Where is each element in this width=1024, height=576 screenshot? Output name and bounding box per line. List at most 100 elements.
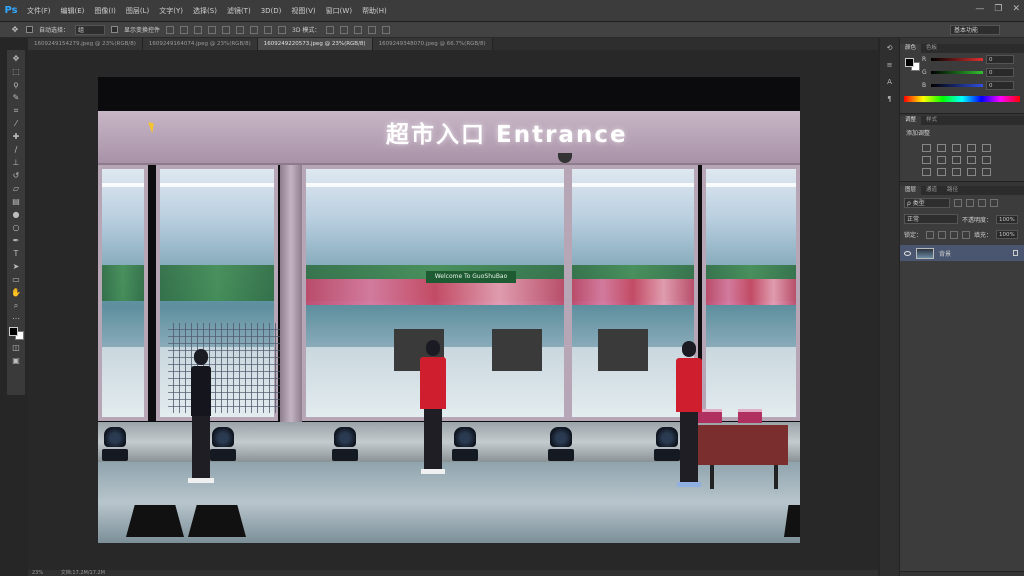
vibrance-icon[interactable] [982,144,991,152]
workspace-dropdown[interactable]: 基本功能 [950,25,1000,35]
fill-value[interactable]: 100% [996,230,1019,239]
menu-view[interactable]: 视图(V) [286,6,320,16]
visibility-eye-icon[interactable] [904,250,911,256]
screen-mode-icon[interactable]: ▣ [11,356,21,366]
filter-shape-icon[interactable] [990,199,998,207]
tab-document-1[interactable]: 1609249154279.jpeg @ 23%(RGB/8) [28,38,143,50]
menu-filter[interactable]: 滤镜(T) [222,6,256,16]
blur-icon[interactable]: ● [11,210,21,220]
threshold-icon[interactable] [952,168,961,176]
filter-adjust-icon[interactable] [966,199,974,207]
menu-help[interactable]: 帮助(H) [357,6,392,16]
auto-select-dropdown[interactable]: 组 [75,24,106,35]
brightness-icon[interactable] [922,144,931,152]
rectangle-icon[interactable]: ▭ [11,275,21,285]
menu-edit[interactable]: 编辑(E) [56,6,90,16]
tab-document-2[interactable]: 1609249164074.jpeg @ 23%(RGB/8) [142,38,258,50]
show-transform-checkbox[interactable] [111,26,119,33]
move-tool-icon[interactable]: ✥ [10,25,20,35]
slide-3d-icon[interactable] [368,25,377,34]
clone-stamp-icon[interactable]: ⊥ [11,158,21,168]
gradient-map-icon[interactable] [967,168,976,176]
align-right-icon[interactable] [236,25,245,34]
color-balance-icon[interactable] [937,156,946,164]
menu-file[interactable]: 文件(F) [22,6,56,16]
blue-slider[interactable] [931,84,983,87]
tab-adjustments[interactable]: 调整 [900,116,922,125]
distribute-middle-icon[interactable] [264,25,273,34]
align-center-icon[interactable] [222,25,231,34]
scale-3d-icon[interactable] [382,25,391,34]
posterize-icon[interactable] [937,168,946,176]
color-panel-swatches[interactable] [905,58,920,71]
quick-mask-icon[interactable]: ◫ [11,343,21,353]
menu-window[interactable]: 窗口(W) [321,6,357,16]
hand-icon[interactable]: ✋ [11,288,21,298]
drag-3d-icon[interactable] [354,25,363,34]
character-panel-icon[interactable]: A [885,78,894,87]
tab-paths[interactable]: 路径 [942,186,963,195]
invert-icon[interactable] [922,168,931,176]
dodge-icon[interactable]: ○ [11,223,21,233]
filter-text-icon[interactable] [978,199,986,207]
tab-color[interactable]: 颜色 [900,44,922,53]
align-middle-icon[interactable] [180,25,189,34]
pen-icon[interactable]: ✒ [11,236,21,246]
type-icon[interactable]: T [11,249,21,259]
canvas-area[interactable]: 超市入口 Entrance Welcome To GuoShuBao [28,50,878,570]
lasso-icon[interactable]: ϙ [11,80,21,90]
curves-icon[interactable] [952,144,961,152]
blue-value[interactable]: 0 [986,81,1014,90]
menu-image[interactable]: 图像(I) [89,6,121,16]
eyedropper-icon[interactable]: ⁄ [11,119,21,129]
quick-select-icon[interactable]: ✎ [11,93,21,103]
align-top-icon[interactable] [166,25,175,34]
filter-pixel-icon[interactable] [954,199,962,207]
zoom-icon[interactable]: ⌕ [11,301,21,311]
tab-styles[interactable]: 样式 [921,116,942,125]
gradient-icon[interactable]: ▤ [11,197,21,207]
paragraph-panel-icon[interactable]: ¶ [885,95,894,104]
history-panel-icon[interactable]: ⟲ [885,44,894,53]
move-icon[interactable]: ✥ [11,54,21,64]
crop-icon[interactable]: ⌗ [11,106,21,116]
document-image[interactable]: 超市入口 Entrance Welcome To GuoShuBao [98,77,800,543]
menu-3d[interactable]: 3D(D) [256,7,287,15]
history-brush-icon[interactable]: ↺ [11,171,21,181]
selective-color-icon[interactable] [982,168,991,176]
opacity-value[interactable]: 100% [996,214,1019,224]
healing-brush-icon[interactable]: ✚ [11,132,21,142]
menu-layer[interactable]: 图层(L) [121,6,154,16]
exposure-icon[interactable] [967,144,976,152]
minimize-button[interactable]: — [975,4,984,14]
zoom-level[interactable]: 23% [32,570,43,576]
foreground-color-swatch[interactable] [8,327,18,336]
color-swatches[interactable] [8,327,24,340]
path-select-icon[interactable]: ➤ [11,262,21,272]
close-button[interactable]: ✕ [1012,4,1020,14]
lock-pixels-icon[interactable] [938,230,947,239]
lock-transparency-icon[interactable] [926,230,935,239]
red-value[interactable]: 0 [986,55,1014,64]
lock-all-icon[interactable] [962,230,971,239]
menu-select[interactable]: 选择(S) [188,6,222,16]
distribute-bottom-icon[interactable] [278,25,287,34]
color-spectrum[interactable] [904,96,1020,102]
tab-channels[interactable]: 通道 [921,186,942,195]
menu-type[interactable]: 文字(Y) [154,6,188,16]
tab-document-3[interactable]: 1609249220573.jpeg @ 23%(RGB/8) [257,38,373,50]
channel-mixer-icon[interactable] [982,156,991,164]
rotate-3d-icon[interactable] [326,25,335,34]
brush-icon[interactable]: ∕ [11,145,21,155]
lock-position-icon[interactable] [950,230,959,239]
properties-panel-icon[interactable]: ≡ [885,61,894,70]
blend-mode-dropdown[interactable]: 正常 [904,214,958,224]
align-left-icon[interactable] [208,25,217,34]
distribute-top-icon[interactable] [250,25,259,34]
red-slider[interactable] [931,58,983,61]
restore-button[interactable]: ❐ [994,4,1002,14]
green-value[interactable]: 0 [986,68,1014,77]
auto-select-checkbox[interactable] [26,26,33,33]
hue-saturation-icon[interactable] [922,156,931,164]
photo-filter-icon[interactable] [967,156,976,164]
